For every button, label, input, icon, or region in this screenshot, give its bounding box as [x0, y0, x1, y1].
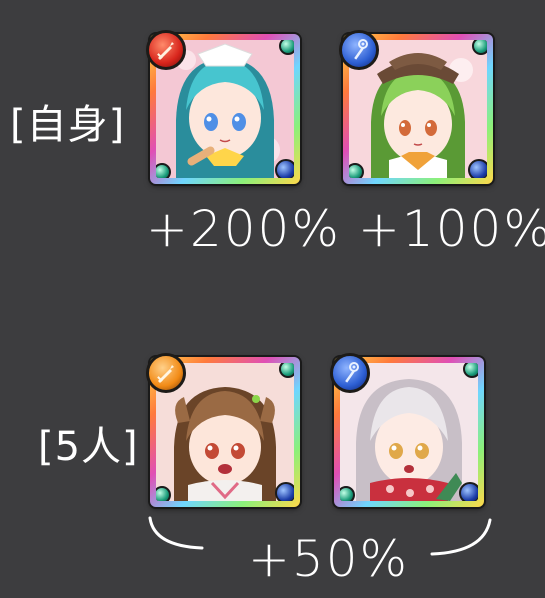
bonus-self-second: +100%: [358, 200, 545, 258]
sword-icon: [146, 30, 186, 70]
row-self-label: [自身]: [10, 102, 126, 148]
staff-icon: [330, 353, 370, 393]
element-orb-icon: [463, 363, 478, 378]
rarity-orb-icon: [275, 159, 294, 178]
element-orb-icon: [472, 40, 487, 55]
element-orb-icon: [279, 363, 294, 378]
rarity-orb-icon: [468, 159, 487, 178]
unit-card-green[interactable]: [339, 30, 493, 184]
unit-card-brown[interactable]: [146, 353, 300, 507]
bracket-right-stroke: [430, 518, 492, 556]
bonus-team: +50%: [248, 530, 410, 588]
bracket-left-stroke: [148, 516, 204, 550]
unit-card-white[interactable]: [330, 353, 484, 507]
row-five-label: [5人]: [38, 424, 139, 470]
element-orb-icon: [156, 486, 171, 501]
element-orb-icon: [340, 486, 355, 501]
sword-icon: [146, 353, 186, 393]
element-orb-icon: [279, 40, 294, 55]
rarity-orb-icon: [459, 482, 478, 501]
element-orb-icon: [156, 163, 171, 178]
staff-icon: [339, 30, 379, 70]
unit-card-aqua[interactable]: [146, 30, 300, 184]
rarity-orb-icon: [275, 482, 294, 501]
bonus-self-first: +200%: [146, 200, 341, 258]
element-orb-icon: [349, 163, 364, 178]
